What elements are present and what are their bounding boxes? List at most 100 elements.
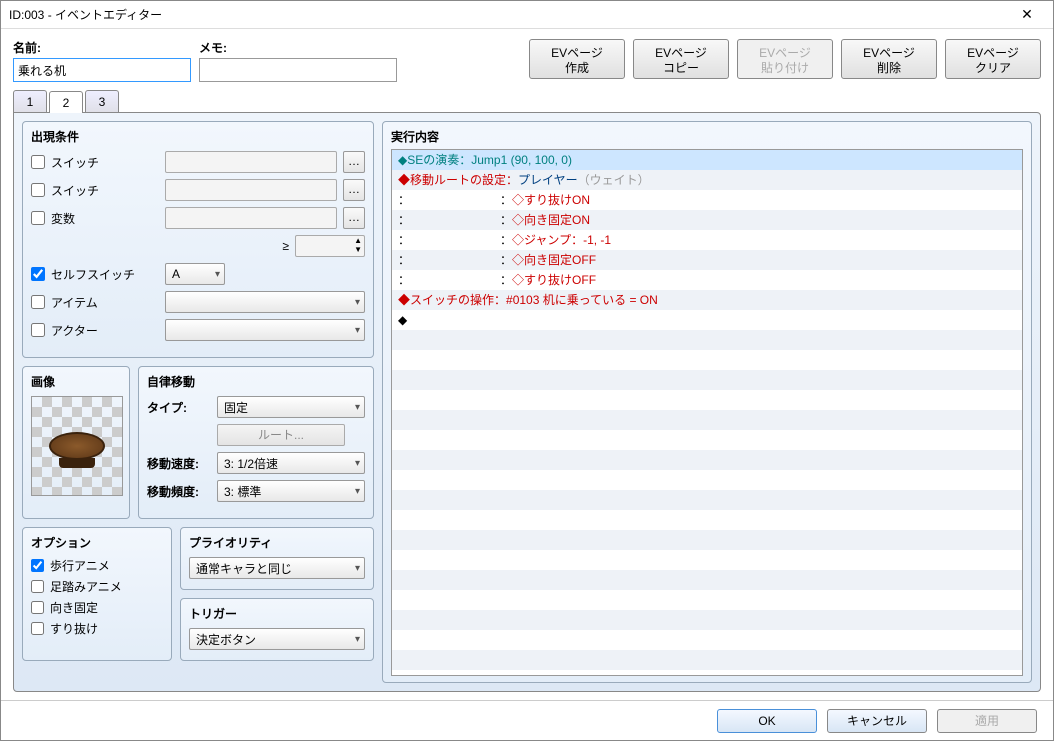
image-preview[interactable] <box>31 396 123 496</box>
priority-title: プライオリティ <box>189 534 365 551</box>
trigger-select[interactable]: 決定ボタン <box>189 628 365 650</box>
switch2-label: スイッチ <box>51 182 159 199</box>
through-label: すり抜け <box>50 620 98 637</box>
command-line-empty[interactable] <box>392 550 1022 570</box>
switch1-label: スイッチ <box>51 154 159 171</box>
selfswitch-select[interactable]: A <box>165 263 225 285</box>
dir-fix-label: 向き固定 <box>50 599 98 616</box>
switch1-browse-button[interactable]: … <box>343 151 365 173</box>
memo-input[interactable] <box>199 58 397 82</box>
selfswitch-checkbox[interactable] <box>31 267 45 281</box>
memo-label: メモ: <box>199 39 397 56</box>
commands-title: 実行内容 <box>391 128 1023 145</box>
command-line-empty[interactable] <box>392 410 1022 430</box>
conditions-title: 出現条件 <box>31 128 365 145</box>
evpage-paste-button: EVページ 貼り付け <box>737 39 833 79</box>
command-line[interactable]: ◆移動ルートの設定：プレイヤー（ウェイト） <box>392 170 1022 190</box>
page-tabs: 1 2 3 <box>13 90 1041 112</box>
variable-checkbox[interactable] <box>31 211 45 225</box>
item-select[interactable] <box>165 291 365 313</box>
evpage-clear-button[interactable]: EVページ クリア <box>945 39 1041 79</box>
actor-label: アクター <box>51 322 159 339</box>
command-line-empty[interactable] <box>392 370 1022 390</box>
command-line-empty[interactable] <box>392 490 1022 510</box>
switch1-checkbox[interactable] <box>31 155 45 169</box>
command-line-empty[interactable] <box>392 390 1022 410</box>
evpage-delete-button[interactable]: EVページ 削除 <box>841 39 937 79</box>
name-input[interactable] <box>13 58 191 82</box>
priority-select[interactable]: 通常キャラと同じ <box>189 557 365 579</box>
table-sprite-icon <box>49 432 105 460</box>
titlebar: ID:003 - イベントエディター ✕ <box>1 1 1053 29</box>
step-anim-checkbox[interactable] <box>31 580 44 593</box>
window-title: ID:003 - イベントエディター <box>9 6 1009 23</box>
command-line-empty[interactable] <box>392 590 1022 610</box>
freq-select[interactable]: 3: 標準 <box>217 480 365 502</box>
switch2-checkbox[interactable] <box>31 183 45 197</box>
name-field-wrapper: 名前: <box>13 39 191 82</box>
tab-content: 出現条件 スイッチ … スイッチ … 変数 … <box>13 112 1041 692</box>
dir-fix-checkbox[interactable] <box>31 601 44 614</box>
command-line-empty[interactable] <box>392 610 1022 630</box>
switch2-field <box>165 179 337 201</box>
command-line-empty[interactable] <box>392 650 1022 670</box>
apply-button: 適用 <box>937 709 1037 733</box>
step-anim-label: 足踏みアニメ <box>50 578 122 595</box>
tab-1[interactable]: 1 <box>13 90 47 112</box>
through-checkbox[interactable] <box>31 622 44 635</box>
command-line-empty[interactable] <box>392 350 1022 370</box>
command-line[interactable]: ： ：◇向き固定ON <box>392 210 1022 230</box>
gte-label: ≥ <box>282 239 289 253</box>
tab-3[interactable]: 3 <box>85 90 119 112</box>
variable-browse-button[interactable]: … <box>343 207 365 229</box>
command-line-empty[interactable] <box>392 330 1022 350</box>
command-line[interactable]: ： ：◇すり抜けON <box>392 190 1022 210</box>
conditions-group: 出現条件 スイッチ … スイッチ … 変数 … <box>22 121 374 358</box>
trigger-title: トリガー <box>189 605 365 622</box>
command-line-empty[interactable] <box>392 450 1022 470</box>
actor-checkbox[interactable] <box>31 323 45 337</box>
command-line-empty[interactable] <box>392 430 1022 450</box>
type-select[interactable]: 固定 <box>217 396 365 418</box>
trigger-group: トリガー 決定ボタン <box>180 598 374 661</box>
command-line[interactable]: ： ：◇向き固定OFF <box>392 250 1022 270</box>
variable-value-spinner[interactable]: ▲▼ <box>295 235 365 257</box>
top-toolbar: 名前: メモ: EVページ 作成 EVページ コピー EVページ 貼り付け EV… <box>1 29 1053 86</box>
switch1-field <box>165 151 337 173</box>
selfswitch-label: セルフスイッチ <box>51 266 159 283</box>
ok-button[interactable]: OK <box>717 709 817 733</box>
command-line-empty[interactable] <box>392 510 1022 530</box>
command-line[interactable]: ： ：◇すり抜けOFF <box>392 270 1022 290</box>
command-line[interactable]: ◆スイッチの操作：#0103 机に乗っている = ON <box>392 290 1022 310</box>
tab-2[interactable]: 2 <box>49 91 83 113</box>
name-label: 名前: <box>13 39 191 56</box>
item-checkbox[interactable] <box>31 295 45 309</box>
cancel-button[interactable]: キャンセル <box>827 709 927 733</box>
command-line-empty[interactable] <box>392 630 1022 650</box>
command-line[interactable]: ◆SEの演奏：Jump1 (90, 100, 0) <box>392 150 1022 170</box>
command-line[interactable]: ： ：◇ジャンプ：-1, -1 <box>392 230 1022 250</box>
command-line[interactable]: ◆ <box>392 310 1022 330</box>
variable-field <box>165 207 337 229</box>
command-line-empty[interactable] <box>392 530 1022 550</box>
freq-label: 移動頻度: <box>147 483 209 500</box>
command-line-empty[interactable] <box>392 570 1022 590</box>
actor-select[interactable] <box>165 319 365 341</box>
switch2-browse-button[interactable]: … <box>343 179 365 201</box>
evpage-copy-button[interactable]: EVページ コピー <box>633 39 729 79</box>
variable-label: 変数 <box>51 210 159 227</box>
command-line-empty[interactable] <box>392 470 1022 490</box>
automove-title: 自律移動 <box>147 373 365 390</box>
command-list[interactable]: ◆SEの演奏：Jump1 (90, 100, 0)◆移動ルートの設定：プレイヤー… <box>391 149 1023 676</box>
item-label: アイテム <box>51 294 159 311</box>
walk-anim-checkbox[interactable] <box>31 559 44 572</box>
options-group: オプション 歩行アニメ 足踏みアニメ 向き固定 すり抜け <box>22 527 172 661</box>
commands-group: 実行内容 ◆SEの演奏：Jump1 (90, 100, 0)◆移動ルートの設定：… <box>382 121 1032 683</box>
type-label: タイプ: <box>147 399 209 416</box>
speed-label: 移動速度: <box>147 455 209 472</box>
close-icon[interactable]: ✕ <box>1009 6 1045 23</box>
speed-select[interactable]: 3: 1/2倍速 <box>217 452 365 474</box>
priority-group: プライオリティ 通常キャラと同じ <box>180 527 374 590</box>
evpage-new-button[interactable]: EVページ 作成 <box>529 39 625 79</box>
image-group: 画像 <box>22 366 130 519</box>
